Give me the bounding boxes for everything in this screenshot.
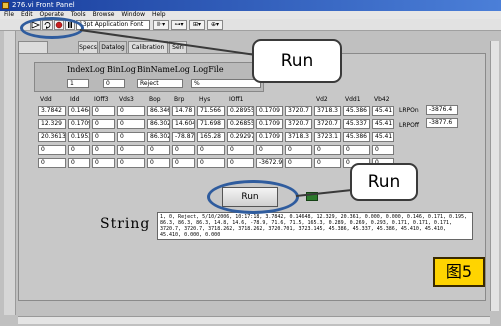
figure-number-badge: 图5 [433,257,485,287]
labview-window: 276.vi Front Panel File Edit Operate Too… [0,0,501,326]
bottom-callout-line [295,189,353,197]
bottom-run-callout: Run [350,163,418,201]
top-callout-line [79,29,257,56]
top-run-callout: Run [252,39,342,83]
callout-lines [79,29,353,197]
